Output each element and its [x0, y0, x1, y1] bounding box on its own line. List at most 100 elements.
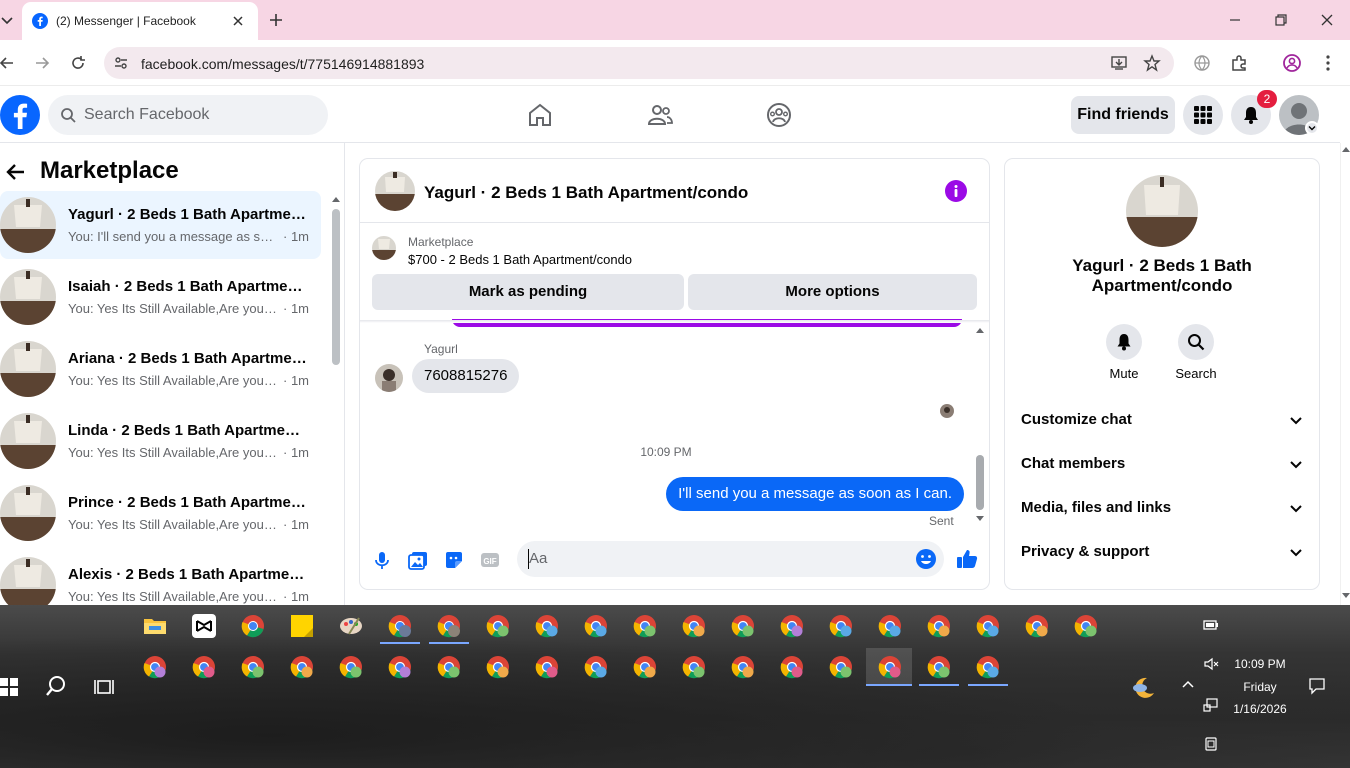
- taskbar-search-icon[interactable]: [45, 675, 67, 697]
- scroll-up-arrow-icon[interactable]: [1342, 146, 1350, 152]
- privacy-support-section[interactable]: Privacy & support: [1021, 537, 1303, 567]
- conversation-item[interactable]: Isaiah · 2 Beds 1 Bath Apartment/condo Y…: [0, 263, 321, 331]
- find-friends-button[interactable]: Find friends: [1071, 96, 1175, 134]
- photo-attach-icon[interactable]: [407, 549, 429, 571]
- chrome-profile-icon[interactable]: [633, 614, 657, 638]
- chat-title[interactable]: Yagurl · 2 Beds 1 Bath Apartment/condo: [424, 183, 748, 203]
- chrome-profile-icon[interactable]: [682, 655, 706, 679]
- scroll-down-arrow-icon[interactable]: [975, 515, 985, 523]
- chrome-profile-icon[interactable]: [584, 614, 608, 638]
- chrome-profile-icon[interactable]: [878, 614, 902, 638]
- translate-globe-icon[interactable]: [1192, 53, 1212, 73]
- chrome-profile-icon[interactable]: [535, 655, 559, 679]
- clock-date[interactable]: 1/16/2026: [1226, 702, 1294, 716]
- chrome-profile-icon[interactable]: [192, 655, 216, 679]
- site-info-icon[interactable]: [112, 54, 130, 72]
- sticky-notes-icon[interactable]: [290, 614, 314, 638]
- incoming-message[interactable]: 7608815276: [412, 359, 520, 393]
- minimize-icon[interactable]: [1225, 10, 1245, 30]
- chrome-profile-icon[interactable]: [976, 614, 1000, 638]
- menu-grid-button[interactable]: [1183, 95, 1223, 135]
- chrome-profile-icon[interactable]: [437, 614, 461, 638]
- action-center-icon[interactable]: [1308, 677, 1326, 695]
- sticker-icon[interactable]: [443, 549, 465, 571]
- clock-day[interactable]: Friday: [1226, 680, 1294, 694]
- chrome-profile-icon[interactable]: [388, 655, 412, 679]
- clock-time[interactable]: 10:09 PM: [1226, 657, 1294, 671]
- friends-icon[interactable]: [646, 101, 674, 129]
- chrome-profile-icon[interactable]: [584, 655, 608, 679]
- chat-scrollbar[interactable]: [976, 455, 984, 510]
- customize-chat-section[interactable]: Customize chat: [1021, 405, 1303, 435]
- scroll-up-arrow-icon[interactable]: [975, 326, 985, 334]
- scroll-down-arrow-icon[interactable]: [1342, 593, 1350, 599]
- weather-moon-icon[interactable]: [1131, 675, 1157, 701]
- chat-list-scrollbar[interactable]: [332, 209, 340, 365]
- message-input[interactable]: Aa: [517, 541, 944, 577]
- chrome-profile-icon[interactable]: [535, 614, 559, 638]
- chrome-profile-icon[interactable]: [878, 655, 902, 679]
- tablet-mode-icon[interactable]: [1203, 736, 1219, 752]
- chrome-profile-icon[interactable]: [780, 614, 804, 638]
- chrome-profile-icon[interactable]: [633, 655, 657, 679]
- conversation-item[interactable]: Yagurl · 2 Beds 1 Bath Apartment/condo Y…: [0, 191, 321, 259]
- address-bar[interactable]: facebook.com/messages/t/775146914881893: [104, 47, 1174, 79]
- restore-icon[interactable]: [1271, 10, 1291, 30]
- more-options-button[interactable]: More options: [688, 274, 977, 310]
- sender-avatar[interactable]: [375, 364, 403, 392]
- profile-icon[interactable]: [1282, 53, 1302, 73]
- battery-icon[interactable]: [1203, 617, 1219, 633]
- chrome-profile-icon[interactable]: [1074, 614, 1098, 638]
- task-view-icon[interactable]: [93, 676, 115, 698]
- search-in-chat-button[interactable]: Search: [1166, 324, 1226, 381]
- chrome-profile-icon[interactable]: [486, 614, 510, 638]
- chrome-profile-icon[interactable]: [829, 655, 853, 679]
- groups-icon[interactable]: [765, 101, 793, 129]
- microphone-icon[interactable]: [371, 549, 393, 571]
- windows-start-icon[interactable]: [0, 678, 18, 696]
- chat-avatar[interactable]: [375, 171, 415, 211]
- chrome-profile-icon[interactable]: [241, 655, 265, 679]
- chat-members-section[interactable]: Chat members: [1021, 449, 1303, 479]
- conversation-item[interactable]: Prince · 2 Beds 1 Bath Apartment/condo Y…: [0, 479, 321, 547]
- details-avatar[interactable]: [1126, 175, 1198, 247]
- extensions-puzzle-icon[interactable]: [1229, 53, 1249, 73]
- chrome-profile-icon[interactable]: [437, 655, 461, 679]
- install-app-icon[interactable]: [1110, 54, 1128, 72]
- chrome-icon[interactable]: [241, 614, 265, 638]
- forward-icon[interactable]: [32, 53, 52, 73]
- browser-tab[interactable]: (2) Messenger | Facebook: [22, 2, 258, 40]
- conversation-item[interactable]: Ariana · 2 Beds 1 Bath Apartment/condo Y…: [0, 335, 321, 403]
- info-icon[interactable]: [945, 180, 967, 202]
- chrome-profile-icon[interactable]: [682, 614, 706, 638]
- home-icon[interactable]: [526, 101, 554, 129]
- chrome-profile-icon[interactable]: [829, 614, 853, 638]
- chrome-profile-icon[interactable]: [927, 655, 951, 679]
- media-files-links-section[interactable]: Media, files and links: [1021, 493, 1303, 523]
- page-scrollbar[interactable]: [1340, 143, 1350, 605]
- chrome-profile-icon[interactable]: [927, 614, 951, 638]
- paint-icon[interactable]: [339, 614, 363, 638]
- chrome-profile-icon[interactable]: [731, 614, 755, 638]
- mark-as-pending-button[interactable]: Mark as pending: [372, 274, 684, 310]
- chrome-profile-icon[interactable]: [976, 655, 1000, 679]
- chrome-profile-icon[interactable]: [339, 655, 363, 679]
- close-window-icon[interactable]: [1317, 10, 1337, 30]
- show-hidden-icons-chevron-icon[interactable]: [1180, 677, 1196, 693]
- chrome-profile-icon[interactable]: [1025, 614, 1049, 638]
- tab-search-chevron-icon[interactable]: [0, 12, 14, 28]
- emoji-icon[interactable]: [915, 548, 937, 570]
- reload-icon[interactable]: [68, 53, 88, 73]
- chrome-profile-icon[interactable]: [486, 655, 510, 679]
- listing-title[interactable]: $700 - 2 Beds 1 Bath Apartment/condo: [408, 252, 632, 267]
- close-tab-icon[interactable]: [230, 13, 246, 29]
- network-icon[interactable]: [1203, 697, 1219, 713]
- back-arrow-icon[interactable]: [5, 161, 27, 183]
- volume-muted-icon[interactable]: [1203, 656, 1219, 672]
- chrome-profile-icon[interactable]: [780, 655, 804, 679]
- chrome-profile-icon[interactable]: [731, 655, 755, 679]
- scroll-up-arrow-icon[interactable]: [331, 195, 341, 203]
- account-chevron[interactable]: [1305, 121, 1319, 135]
- capcut-icon[interactable]: [192, 614, 216, 638]
- thumbs-up-icon[interactable]: [955, 547, 979, 571]
